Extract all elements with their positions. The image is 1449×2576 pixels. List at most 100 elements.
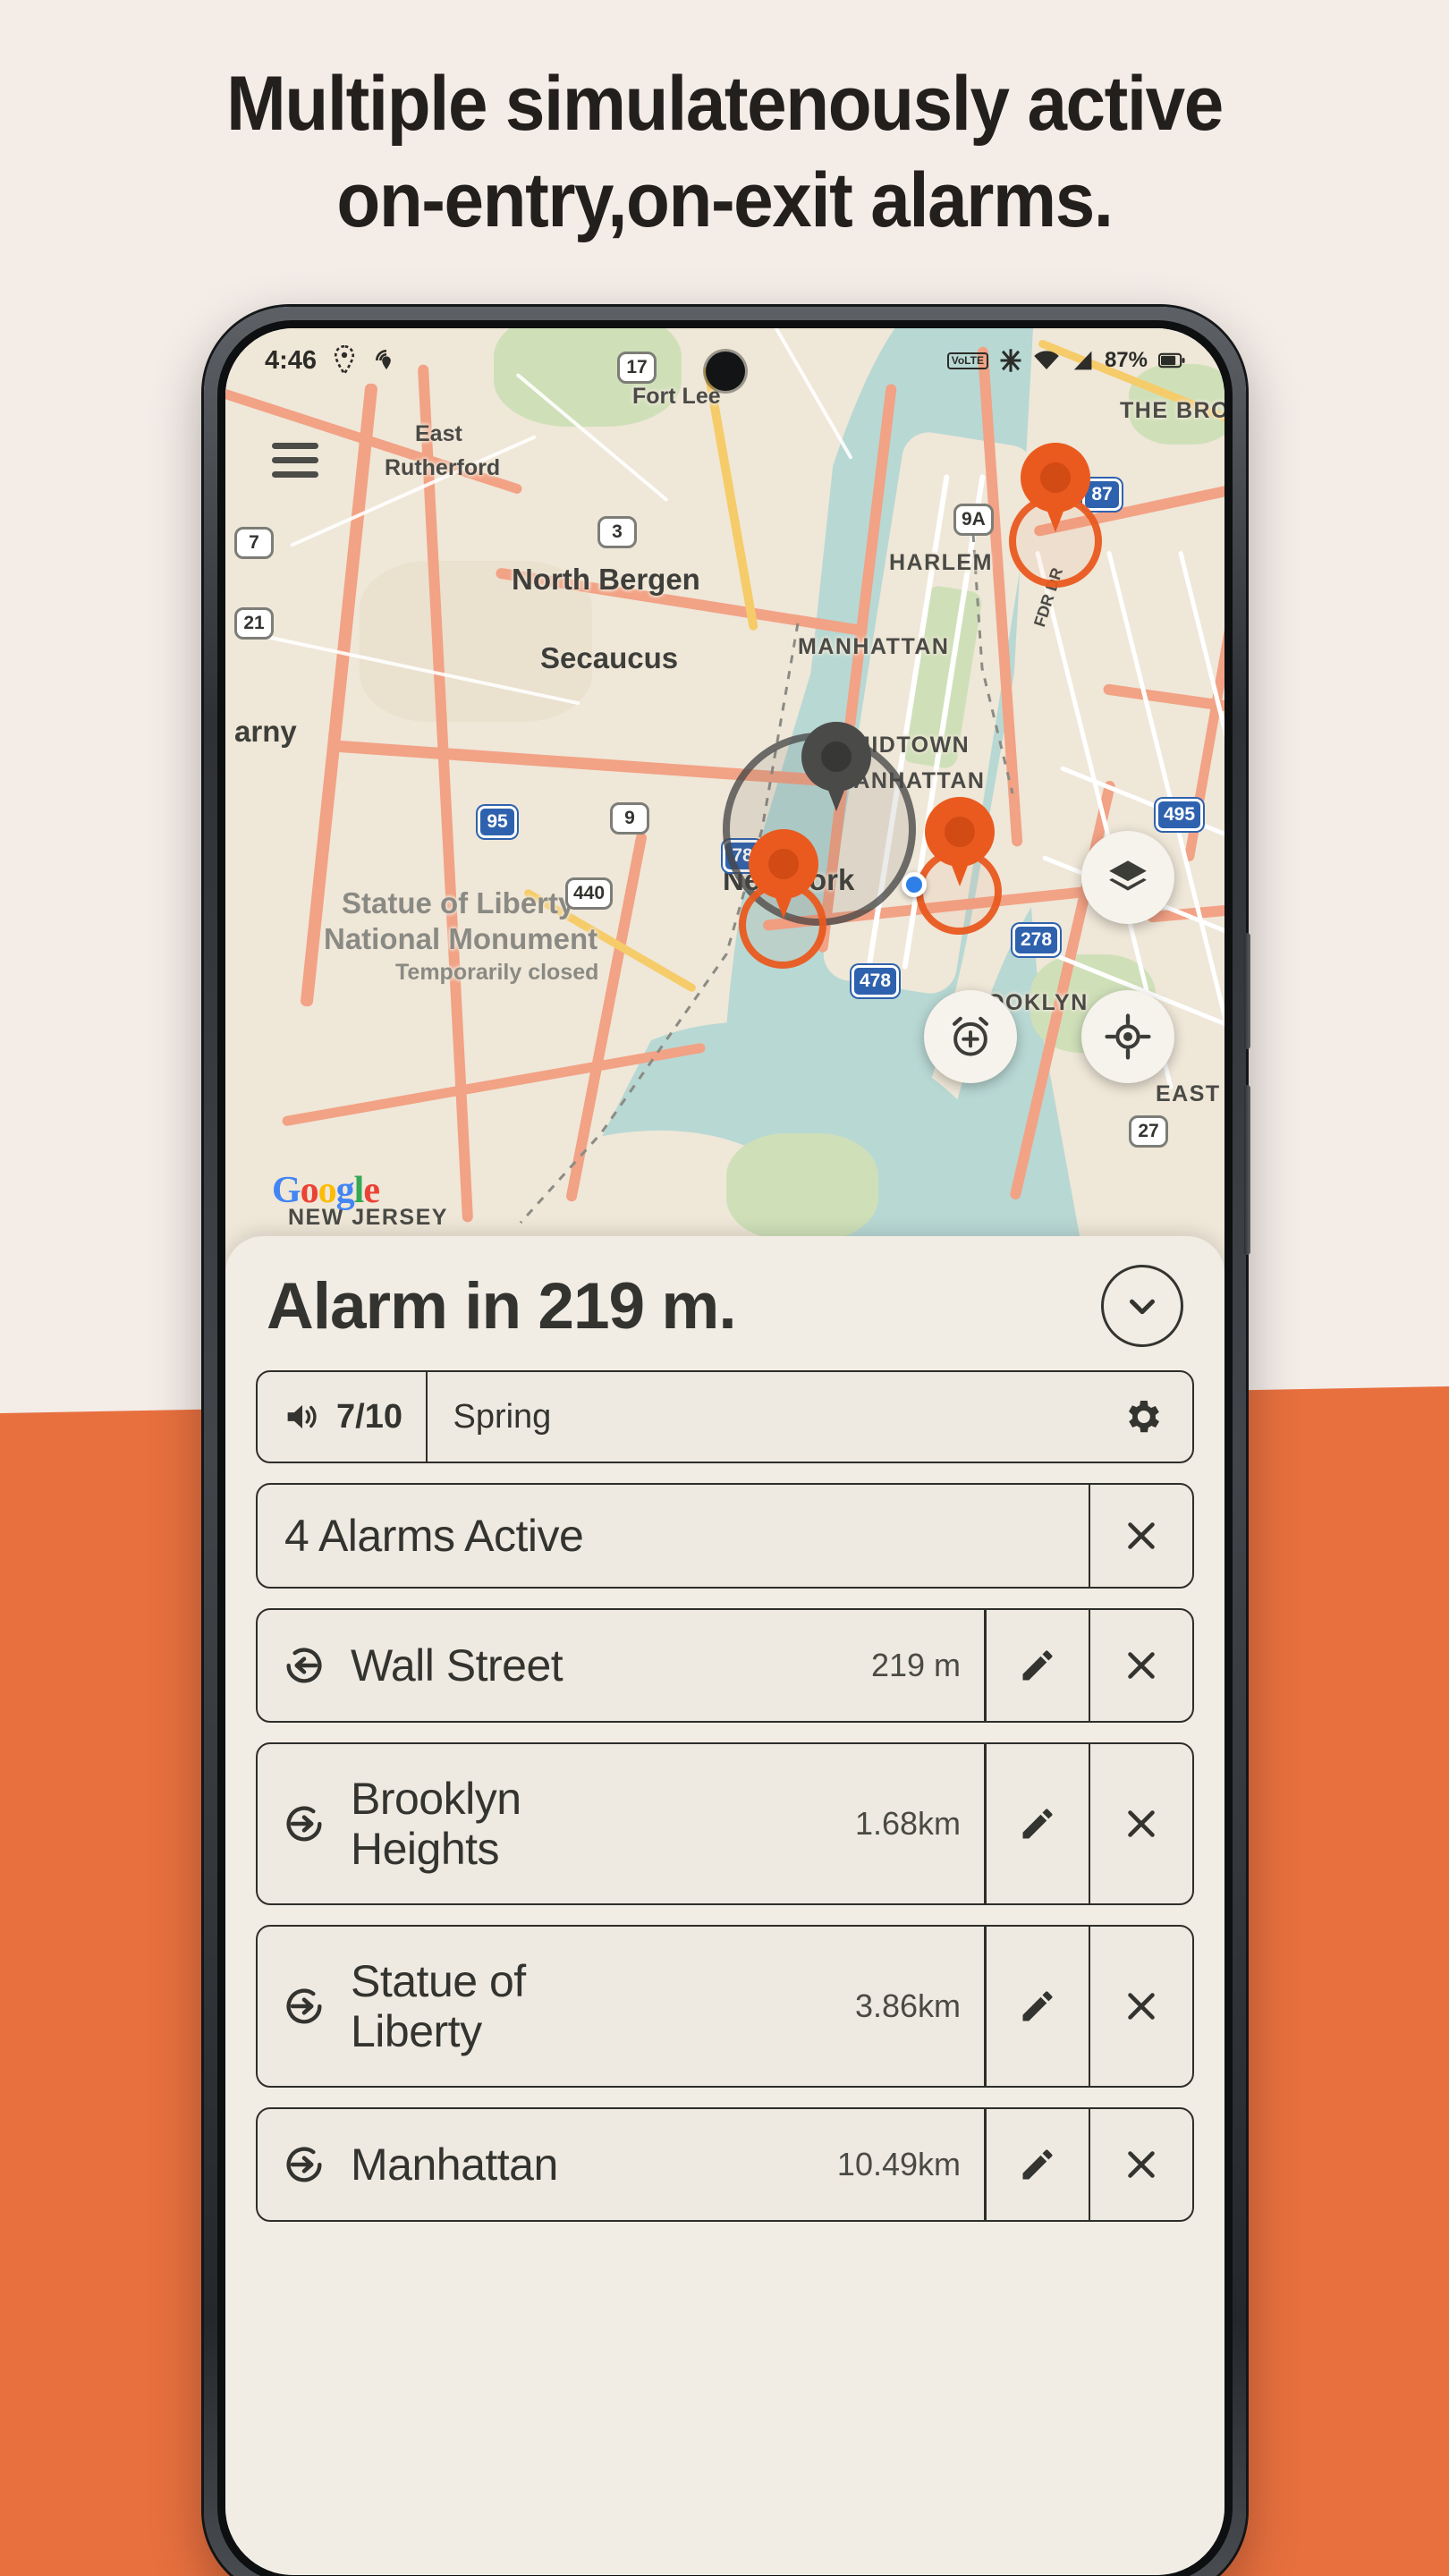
- highway-shield: 21: [234, 607, 274, 640]
- pencil-icon: [1018, 1987, 1057, 2026]
- map-label: Temporarily closed: [395, 960, 599, 985]
- sound-settings-button[interactable]: [1092, 1372, 1192, 1462]
- pencil-icon: [1018, 2145, 1057, 2184]
- highway-shield: 7: [234, 527, 274, 559]
- map-layers-button[interactable]: [1081, 831, 1174, 924]
- manhattan-pin[interactable]: [801, 722, 871, 815]
- map-label: Secaucus: [540, 641, 679, 674]
- close-icon: [1121, 1803, 1162, 1844]
- alarm-row[interactable]: Wall Street 219 m: [256, 1608, 1194, 1723]
- map-label: North Bergen: [512, 563, 700, 596]
- brooklyn-heights-pin[interactable]: [925, 797, 995, 890]
- front-camera-notch: [705, 352, 745, 391]
- ringtone-name[interactable]: Spring: [428, 1372, 1092, 1462]
- edit-alarm-button[interactable]: [987, 1927, 1089, 2086]
- dismiss-all-alarms-button[interactable]: [1090, 1485, 1192, 1587]
- alarm-row[interactable]: Brooklyn Heights 1.68km: [256, 1742, 1194, 1905]
- pencil-icon: [1018, 1804, 1057, 1843]
- collapse-sheet-button[interactable]: [1101, 1265, 1183, 1347]
- alarm-add-icon: [948, 1014, 993, 1059]
- phone-bezel: 4:46 VoLTE 87% Fort Lee East Rutherford …: [217, 320, 1233, 2576]
- edit-alarm-button[interactable]: [987, 2109, 1089, 2220]
- highway-shield: 478: [852, 965, 900, 997]
- delete-alarm-button[interactable]: [1090, 1610, 1192, 1721]
- exit-arrow-icon: [258, 1610, 351, 1721]
- alarm-name: Manhattan: [351, 2140, 558, 2190]
- location-pin-icon: [331, 345, 358, 376]
- alarm-bottom-sheet: Alarm in 219 m. 7/10 Spring 4 Alarms Act…: [225, 1236, 1224, 2575]
- highway-shield: 27: [1129, 1115, 1168, 1148]
- statue-of-liberty-pin[interactable]: [749, 829, 818, 922]
- edit-alarm-button[interactable]: [987, 1744, 1089, 1903]
- delete-alarm-button[interactable]: [1090, 1744, 1192, 1903]
- headline-line-2: on-entry,on-exit alarms.: [336, 157, 1114, 243]
- pencil-icon: [1018, 1646, 1057, 1685]
- alarms-active-row: 4 Alarms Active: [256, 1483, 1194, 1589]
- alarm-row[interactable]: Statue of Liberty 3.86km: [256, 1925, 1194, 2088]
- alarm-name: Statue of Liberty: [351, 1956, 526, 2056]
- highway-shield: 495: [1156, 799, 1204, 831]
- sim-icon: [999, 348, 1022, 373]
- entry-arrow-icon: [258, 2109, 351, 2220]
- wifi-icon: [1033, 350, 1060, 371]
- phone-volume-button[interactable]: [1244, 1085, 1250, 1255]
- volte-icon: VoLTE: [946, 352, 988, 369]
- alarm-name: Wall Street: [351, 1640, 564, 1690]
- map-label: THE BRONX: [1120, 398, 1224, 423]
- gear-icon: [1121, 1395, 1164, 1438]
- delete-alarm-button[interactable]: [1090, 1927, 1192, 2086]
- map-label: Rutherford: [385, 455, 501, 480]
- alarms-active-label: 4 Alarms Active: [284, 1511, 584, 1561]
- edit-alarm-button[interactable]: [987, 1610, 1089, 1721]
- highway-shield: 95: [478, 806, 517, 838]
- phone-mockup: 4:46 VoLTE 87% Fort Lee East Rutherford …: [204, 307, 1250, 2576]
- entry-arrow-icon: [258, 1744, 351, 1903]
- alarm-distance: 219 m: [870, 1647, 961, 1683]
- highway-shield: 440: [565, 877, 614, 910]
- map-view[interactable]: 4:46 VoLTE 87% Fort Lee East Rutherford …: [225, 328, 1224, 1258]
- alarm-list: Wall Street 219 m Brooklyn Heights 1.68km St…: [256, 1608, 1194, 2222]
- map-label: Statue of Liberty: [342, 886, 575, 919]
- close-icon: [1121, 1515, 1162, 1556]
- highway-shield: 278: [1013, 924, 1061, 956]
- map-park: [726, 1133, 878, 1241]
- map-label: MANHATTAN: [798, 634, 950, 659]
- close-icon: [1121, 1986, 1162, 2027]
- alarm-row[interactable]: Manhattan 10.49km: [256, 2107, 1194, 2222]
- highway-shield: 9A: [953, 504, 994, 536]
- crosshair-icon: [1105, 1013, 1151, 1060]
- phone-screen: 4:46 VoLTE 87% Fort Lee East Rutherford …: [225, 328, 1224, 2575]
- entry-arrow-icon: [258, 1927, 351, 2086]
- location-tracking-icon: [372, 346, 401, 375]
- phone-power-button[interactable]: [1244, 933, 1250, 1049]
- layers-icon: [1106, 855, 1150, 900]
- alarm-countdown-title: Alarm in 219 m.: [267, 1269, 737, 1343]
- delete-alarm-button[interactable]: [1090, 2109, 1192, 2220]
- volume-value: 7/10: [336, 1397, 402, 1436]
- close-icon: [1121, 2144, 1162, 2185]
- alarm-distance: 10.49km: [836, 2146, 961, 2182]
- volume-control[interactable]: 7/10: [258, 1372, 426, 1462]
- google-logo: Google: [272, 1170, 380, 1211]
- promo-headline: Multiple simulatenously active on-entry,…: [51, 55, 1399, 249]
- speaker-icon: [284, 1401, 320, 1433]
- sheet-header: Alarm in 219 m.: [256, 1256, 1194, 1351]
- add-alarm-button[interactable]: [924, 990, 1017, 1083]
- close-icon: [1121, 1645, 1162, 1686]
- alarm-distance: 1.68km: [854, 1805, 961, 1842]
- battery-percent: 87%: [1104, 348, 1148, 372]
- alarm-distance: 3.86km: [854, 1987, 961, 2024]
- highway-shield: 3: [597, 516, 637, 548]
- harlem-pin[interactable]: [1021, 443, 1090, 536]
- headline-line-1: Multiple simulatenously active: [226, 61, 1224, 147]
- map-menu-button[interactable]: [272, 443, 318, 478]
- current-location-dot: [902, 872, 927, 897]
- map-label: National Monument: [324, 922, 598, 955]
- alarm-name: Brooklyn Heights: [351, 1774, 521, 1874]
- map-label: HARLEM: [889, 550, 993, 575]
- map-label: East: [415, 421, 462, 446]
- signal-icon: [1071, 350, 1094, 371]
- map-label: EAST NEW YORK: [1156, 1081, 1224, 1106]
- sound-settings-row: 7/10 Spring: [256, 1370, 1194, 1463]
- my-location-button[interactable]: [1081, 990, 1174, 1083]
